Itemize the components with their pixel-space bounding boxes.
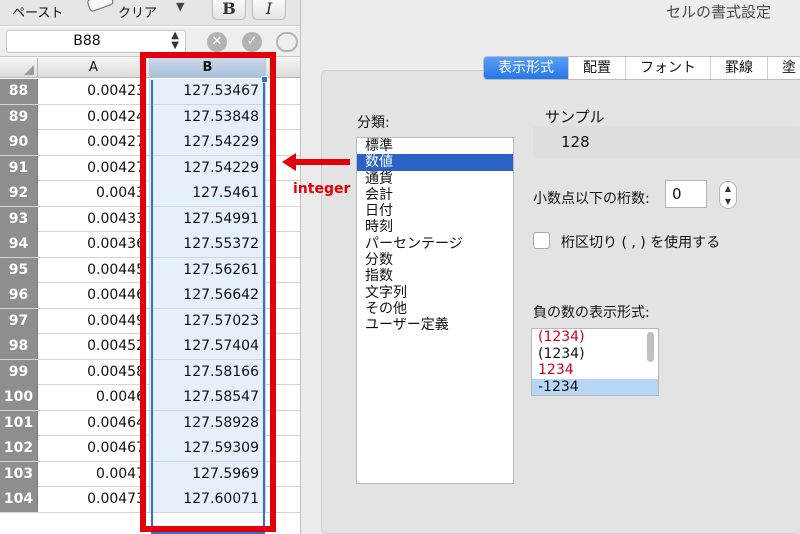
negative-format-item[interactable]: (1234): [532, 346, 658, 363]
negative-format-item[interactable]: 1234: [532, 362, 658, 379]
function-icon[interactable]: [276, 32, 298, 52]
cell-a[interactable]: 0.00458: [38, 359, 150, 385]
row-header[interactable]: 89: [0, 104, 38, 130]
row-header[interactable]: 93: [0, 206, 38, 232]
row-header[interactable]: 101: [0, 410, 38, 436]
cell-a[interactable]: 0.00436: [38, 232, 150, 257]
category-item-scientific[interactable]: 指数: [357, 268, 513, 284]
ribbon-toolbar: ペースト クリア ▼ B I: [0, 0, 300, 26]
category-item-currency[interactable]: 通貨: [357, 171, 513, 187]
sample-box: 128: [533, 126, 800, 158]
tab-fill[interactable]: 塗: [768, 57, 800, 79]
row-header[interactable]: 90: [0, 130, 38, 155]
negative-numbers-label: 負の数の表示形式:: [533, 305, 650, 321]
tab-number[interactable]: 表示形式: [484, 57, 569, 79]
row-header[interactable]: 98: [0, 334, 38, 359]
cell-a[interactable]: 0.0047: [38, 461, 150, 487]
negative-format-item[interactable]: -1234: [532, 378, 658, 395]
cell-a[interactable]: 0.00467: [38, 436, 150, 461]
category-item-text[interactable]: 文字列: [357, 285, 513, 301]
cell-a[interactable]: 0.0043: [38, 181, 150, 206]
row-header[interactable]: 95: [0, 257, 38, 283]
chevron-down-icon[interactable]: ▼: [176, 0, 184, 13]
category-item-number[interactable]: 数値: [357, 154, 513, 171]
stepper-icon[interactable]: ▲ ▼: [171, 31, 179, 51]
sample-value: 128: [561, 133, 590, 151]
name-box[interactable]: B88 ▲ ▼: [6, 30, 186, 53]
thousands-separator-checkbox[interactable]: [533, 232, 550, 249]
italic-button[interactable]: I: [252, 0, 286, 20]
cell-a[interactable]: 0.00449: [38, 308, 150, 334]
category-item-time[interactable]: 時刻: [357, 219, 513, 235]
category-item-special[interactable]: その他: [357, 301, 513, 317]
sample-label: サンプル: [545, 108, 605, 126]
category-label: 分類:: [357, 115, 390, 131]
row-header[interactable]: 102: [0, 436, 38, 461]
cell-a[interactable]: 0.00424: [38, 104, 150, 130]
cell-a[interactable]: 0.00473: [38, 487, 150, 512]
row-header[interactable]: 92: [0, 181, 38, 206]
row-header[interactable]: 99: [0, 359, 38, 385]
format-cells-dialog: セルの書式設定 表示形式 配置 フォント 罫線 塗 分類: 標準 数値 通貨 会…: [300, 0, 800, 534]
paste-button[interactable]: ペースト: [12, 2, 63, 21]
cell-a[interactable]: 0.00452: [38, 334, 150, 359]
category-item-fraction[interactable]: 分数: [357, 252, 513, 268]
cell-a[interactable]: 0.00445: [38, 257, 150, 283]
select-all-corner[interactable]: [0, 58, 38, 78]
cell-a[interactable]: 0.0046: [38, 385, 150, 410]
dialog-title: セルの書式設定: [665, 3, 771, 21]
tab-bar: 表示形式 配置 フォント 罫線 塗: [483, 56, 800, 80]
category-list[interactable]: 標準 数値 通貨 会計 日付 時刻 パーセンテージ 分数 指数 文字列 その他 …: [356, 137, 514, 484]
cancel-icon[interactable]: ✕: [207, 32, 227, 52]
scrollbar[interactable]: [647, 332, 654, 362]
negative-format-item[interactable]: (1234): [532, 329, 658, 346]
clear-button[interactable]: クリア: [118, 2, 157, 21]
cell-a[interactable]: 0.00427: [38, 130, 150, 155]
row-header[interactable]: 94: [0, 232, 38, 257]
cell-a[interactable]: 0.00446: [38, 283, 150, 308]
annotation-arrow-icon: [282, 153, 350, 171]
eraser-icon[interactable]: [86, 0, 116, 14]
category-item-percentage[interactable]: パーセンテージ: [357, 236, 513, 252]
column-header-a[interactable]: A: [38, 58, 150, 78]
decimal-places-input[interactable]: 0: [665, 180, 707, 208]
spreadsheet-pane: ペースト クリア ▼ B I B88 ▲ ▼ ✕ ✓ A B 88 0.00423 1…: [0, 0, 300, 534]
row-header[interactable]: 91: [0, 155, 38, 181]
checkmark-icon[interactable]: ✓: [242, 32, 262, 52]
category-item-custom[interactable]: ユーザー定義: [357, 317, 513, 333]
category-item-date[interactable]: 日付: [357, 203, 513, 219]
tab-alignment[interactable]: 配置: [569, 57, 626, 79]
cell-a[interactable]: 0.00464: [38, 410, 150, 436]
annotation-label: integer: [293, 181, 351, 197]
row-header[interactable]: 96: [0, 283, 38, 308]
row-header[interactable]: 103: [0, 461, 38, 487]
cell-a[interactable]: 0.00423: [38, 79, 150, 104]
cell-a[interactable]: 0.00427: [38, 155, 150, 181]
negative-numbers-list[interactable]: (1234) (1234) 1234 -1234: [531, 328, 659, 396]
bold-button[interactable]: B: [212, 0, 246, 20]
category-item-general[interactable]: 標準: [357, 138, 513, 154]
highlight-box: [140, 52, 276, 532]
decimal-places-label: 小数点以下の桁数:: [533, 191, 650, 207]
row-header[interactable]: 104: [0, 487, 38, 512]
tab-border[interactable]: 罫線: [711, 57, 768, 79]
thousands-separator-label: 桁区切り ( , ) を使用する: [561, 235, 721, 251]
tab-font[interactable]: フォント: [626, 57, 711, 79]
row-header[interactable]: 97: [0, 308, 38, 334]
row-header[interactable]: 100: [0, 385, 38, 410]
cell-a[interactable]: 0.00433: [38, 206, 150, 232]
decimal-places-stepper[interactable]: ▲ ▼: [719, 181, 737, 209]
category-item-accounting[interactable]: 会計: [357, 187, 513, 203]
name-box-value: B88: [73, 33, 101, 49]
row-header[interactable]: 88: [0, 79, 38, 104]
